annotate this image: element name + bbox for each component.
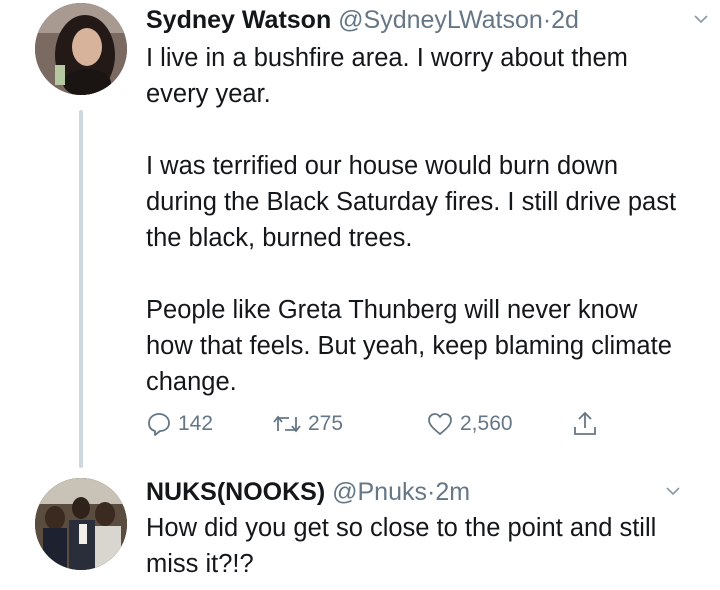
heart-icon <box>428 413 452 435</box>
reply-count: 142 <box>178 412 214 435</box>
share-icon <box>574 411 596 435</box>
avatar-image <box>35 3 127 95</box>
tweet-paragraph: I live in a bushfire area. I worry about… <box>146 44 628 108</box>
retweet-count: 275 <box>308 412 344 435</box>
retweet-button[interactable]: 275 <box>272 407 343 441</box>
tweet-text: I live in a bushfire area. I worry about… <box>146 40 686 400</box>
tweet-paragraph: People like Greta Thunberg will never kn… <box>146 296 672 396</box>
tweet-text: How did you get so close to the point an… <box>146 510 686 582</box>
author-name[interactable]: NUKS(NOOKS) <box>146 478 325 506</box>
avatar[interactable] <box>35 3 127 95</box>
chevron-down-icon[interactable] <box>666 484 680 498</box>
retweet-icon <box>273 415 301 433</box>
tweet-timestamp[interactable]: 2m <box>435 478 470 506</box>
author-handle[interactable]: @Pnuks <box>332 478 427 506</box>
tweet-actions: 142 275 2,560 <box>146 407 616 441</box>
separator-dot: · <box>542 6 552 34</box>
author-handle[interactable]: @SydneyLWatson <box>338 6 543 34</box>
tweet-header: Sydney Watson @SydneyLWatson·2d <box>146 5 579 35</box>
thread-connector-line <box>79 110 83 468</box>
avatar[interactable] <box>35 478 127 570</box>
tweet-timestamp[interactable]: 2d <box>551 6 579 34</box>
reply-icon <box>148 413 170 436</box>
like-button[interactable]: 2,560 <box>426 407 513 441</box>
tweet-paragraph: How did you get so close to the point an… <box>146 514 657 578</box>
reply-button[interactable]: 142 <box>146 407 213 441</box>
like-count: 2,560 <box>460 412 513 435</box>
author-name[interactable]: Sydney Watson <box>146 6 331 34</box>
tweet-header: NUKS(NOOKS) @Pnuks·2m <box>146 477 470 507</box>
chevron-down-icon[interactable] <box>694 12 708 26</box>
share-button[interactable] <box>571 407 605 441</box>
avatar-image <box>35 478 127 570</box>
tweet-paragraph: I was terrified our house would burn dow… <box>146 152 677 252</box>
